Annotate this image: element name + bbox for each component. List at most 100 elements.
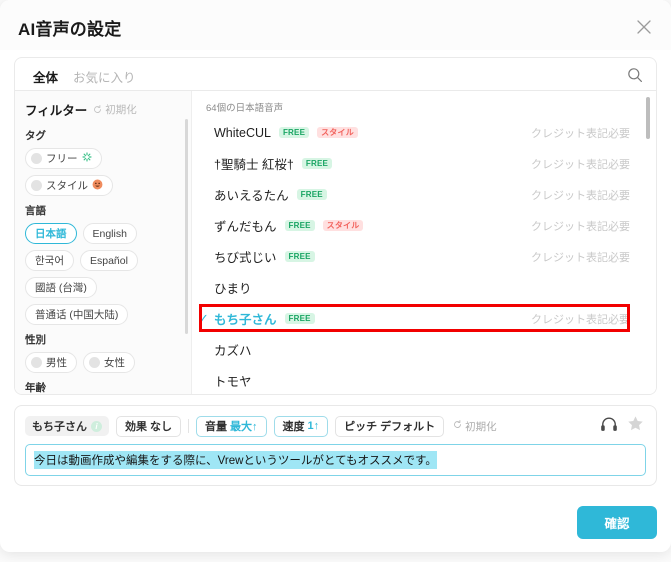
- voice-list-item[interactable]: ちび式じい FREE クレジット表記必要: [192, 241, 656, 272]
- search-icon[interactable]: [626, 66, 644, 84]
- filter-group-label-tag: タグ: [25, 130, 46, 142]
- voice-name: トモヤ: [214, 375, 252, 389]
- toolbar-right-actions: [600, 415, 646, 437]
- voice-list: WhiteCUL FREE スタイル クレジット表記必要 †聖騎士 紅桜† FR…: [192, 117, 656, 394]
- close-icon[interactable]: [633, 16, 655, 38]
- filter-group-tag: フリー スタイル: [25, 148, 191, 196]
- voice-settings-toolbar: もち子さん i 効果 なし 音量 最大↑ 速度 1↑ ピッチ デフォルト 初期化: [25, 414, 646, 438]
- filter-chip-spanish[interactable]: Español: [79, 250, 138, 271]
- voice-list-item[interactable]: WhiteCUL FREE スタイル クレジット表記必要: [192, 117, 656, 148]
- volume-label: 音量: [205, 421, 227, 433]
- toggle-dot-icon: [89, 357, 100, 368]
- dialog-body: フィルター 初期化 タグ フリー スタイル 言語 日本語 English 한국어…: [14, 91, 657, 395]
- credit-note: クレジット表記必要: [531, 251, 630, 264]
- filter-chip-label: 女性: [104, 357, 125, 369]
- sidebar-scrollbar[interactable]: [185, 119, 188, 334]
- pitch-value: デフォルト: [380, 421, 436, 433]
- voice-list-item[interactable]: †聖騎士 紅桜† FREE クレジット表記必要: [192, 148, 656, 179]
- badge-free: FREE: [296, 189, 327, 200]
- filter-chip-label: スタイル: [46, 180, 88, 192]
- voice-list-item-selected[interactable]: ✓ もち子さん FREE クレジット表記必要: [192, 303, 656, 334]
- badge-free: FREE: [278, 127, 310, 138]
- sparkle-icon: [81, 152, 92, 165]
- speed-value: 1↑: [307, 420, 320, 432]
- star-icon[interactable]: [627, 415, 644, 437]
- effect-label: 効果: [125, 421, 147, 433]
- filter-group-label-age: 年齢: [25, 382, 46, 394]
- volume-value: 最大↑: [230, 421, 258, 433]
- voice-name: あいえるたん: [214, 189, 289, 203]
- filter-chip-male[interactable]: 男性: [25, 352, 77, 373]
- filter-chip-korean[interactable]: 한국어: [25, 250, 74, 271]
- filter-chip-style[interactable]: スタイル: [25, 175, 113, 196]
- effect-button[interactable]: 効果 なし: [116, 415, 181, 437]
- voice-name: もち子さん: [214, 313, 277, 327]
- toolbar-reset-button[interactable]: 初期化: [453, 419, 497, 434]
- headphone-icon[interactable]: [600, 416, 618, 437]
- script-text-input[interactable]: 今日は動画作成や編集をする際に、Vrewというツールがとてもオススメです。: [25, 444, 646, 476]
- voice-name: ずんだもん: [214, 220, 277, 234]
- filter-chip-label: フリー: [46, 153, 78, 165]
- badge-free: FREE: [284, 313, 315, 324]
- toolbar-reset-label: 初期化: [465, 420, 497, 433]
- info-icon[interactable]: i: [91, 420, 102, 432]
- volume-button[interactable]: 音量 最大↑: [196, 415, 267, 437]
- badge-free: FREE: [301, 158, 333, 169]
- toggle-dot-icon: [31, 357, 42, 368]
- speed-button[interactable]: 速度 1↑: [273, 415, 329, 437]
- selected-voice-name: もち子さん: [32, 421, 87, 433]
- voice-name: ひまり: [214, 282, 252, 296]
- voice-list-item[interactable]: ずんだもん FREE スタイル クレジット表記必要: [192, 210, 656, 241]
- toggle-dot-icon: [31, 180, 42, 191]
- credit-note: クレジット表記必要: [531, 158, 630, 171]
- filter-group-language: 日本語 English 한국어 Español 國語 (台灣) 普通话 (中国大…: [25, 223, 180, 325]
- voice-list-scrollbar[interactable]: [646, 97, 650, 139]
- voice-list-item[interactable]: あいえるたん FREE クレジット表記必要: [192, 179, 656, 210]
- filter-title: フィルター: [25, 104, 88, 118]
- credit-note: クレジット表記必要: [531, 127, 630, 140]
- search-tab-bar: 全体 お気に入り: [14, 57, 657, 91]
- check-icon: ✓: [198, 311, 209, 326]
- filter-sidebar: フィルター 初期化 タグ フリー スタイル 言語 日本語 English 한국어…: [15, 91, 192, 394]
- filter-chip-free[interactable]: フリー: [25, 148, 102, 169]
- voice-name: ちび式じい: [214, 251, 277, 265]
- voice-list-item[interactable]: カズハ: [192, 334, 656, 365]
- filter-group-label-language: 言語: [25, 205, 46, 217]
- credit-note: クレジット表記必要: [531, 313, 630, 326]
- speed-label: 速度: [282, 421, 305, 433]
- reset-icon: [93, 105, 102, 114]
- toggle-dot-icon: [31, 153, 42, 164]
- badge-free: FREE: [284, 251, 315, 262]
- filter-group-label-gender: 性別: [25, 334, 46, 346]
- dialog-header: AI音声の設定: [0, 0, 671, 50]
- page-title: AI音声の設定: [18, 20, 122, 39]
- tab-favorites[interactable]: お気に入り: [73, 67, 136, 86]
- credit-note: クレジット表記必要: [531, 189, 630, 202]
- credit-note: クレジット表記必要: [531, 220, 630, 233]
- voice-list-item[interactable]: トモヤ: [192, 365, 656, 394]
- filter-chip-female[interactable]: 女性: [83, 352, 135, 373]
- reset-icon: [453, 420, 462, 432]
- voice-name: カズハ: [214, 344, 252, 358]
- voice-list-item[interactable]: ひまり: [192, 272, 656, 303]
- filter-reset-button[interactable]: 初期化: [93, 102, 137, 117]
- filter-chip-japanese[interactable]: 日本語: [25, 223, 77, 244]
- badge-style: スタイル: [317, 127, 358, 138]
- filter-chip-mandarin-cn[interactable]: 普通话 (中国大陆): [25, 304, 129, 325]
- voice-list-pane: 64個の日本語音声 WhiteCUL FREE スタイル クレジット表記必要 †…: [192, 91, 656, 394]
- selected-voice-chip[interactable]: もち子さん i: [25, 416, 109, 436]
- filter-header: フィルター 初期化: [25, 100, 191, 119]
- filter-chip-mandarin-tw[interactable]: 國語 (台灣): [25, 277, 97, 298]
- badge-style: スタイル: [322, 220, 364, 231]
- pitch-label: ピッチ: [344, 421, 378, 433]
- voice-name: †聖騎士 紅桜†: [214, 158, 294, 172]
- script-text-value: 今日は動画作成や編集をする際に、Vrewというツールがとてもオススメです。: [34, 451, 437, 469]
- badge-free: FREE: [284, 220, 315, 231]
- confirm-button[interactable]: 確認: [577, 506, 657, 539]
- filter-chip-english[interactable]: English: [82, 223, 137, 244]
- ai-voice-settings-dialog: AI音声の設定 全体 お気に入り フィルター 初期化 タグ フリー スタイル 言…: [0, 0, 671, 552]
- pitch-button[interactable]: ピッチ デフォルト: [335, 415, 445, 437]
- tab-all[interactable]: 全体: [33, 67, 58, 86]
- effect-value: なし: [150, 421, 172, 433]
- filter-reset-label: 初期化: [105, 104, 137, 116]
